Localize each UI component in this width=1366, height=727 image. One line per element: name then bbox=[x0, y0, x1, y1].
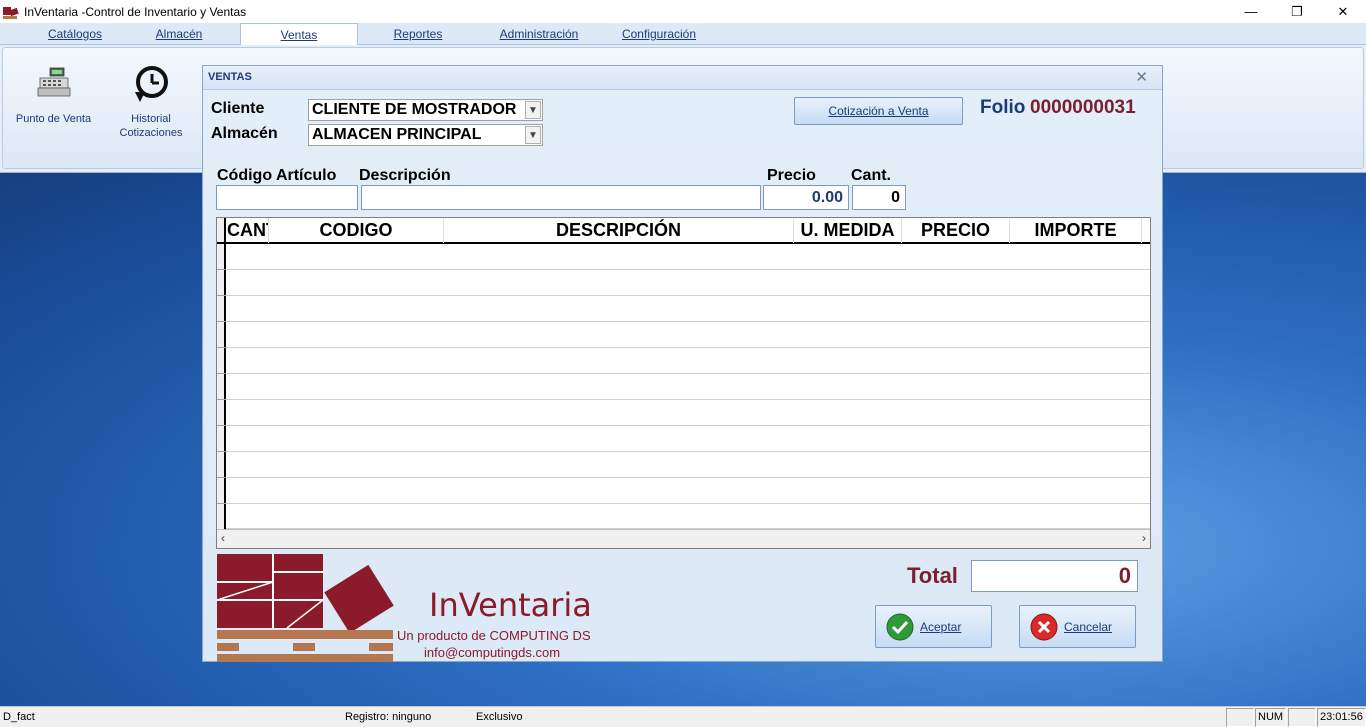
historial-label-2: Cotizaciones bbox=[119, 127, 183, 139]
table-row[interactable] bbox=[226, 504, 1150, 529]
table-row[interactable] bbox=[226, 426, 1150, 452]
app-logo-icon bbox=[3, 5, 19, 19]
aceptar-label: Aceptar bbox=[920, 620, 962, 634]
col-precio[interactable]: PRECIO bbox=[902, 218, 1010, 243]
cliente-value: CLIENTE DE MOSTRADOR bbox=[312, 101, 517, 118]
total-label: Total bbox=[907, 563, 958, 588]
scroll-right-icon[interactable]: › bbox=[1142, 531, 1146, 545]
table-row[interactable] bbox=[226, 322, 1150, 348]
aceptar-button[interactable]: Aceptar bbox=[875, 605, 992, 648]
total-value: 0 bbox=[971, 560, 1138, 592]
almacen-label: Almacén bbox=[211, 125, 278, 142]
logo-name: InVentaria bbox=[429, 586, 592, 624]
col-codigo[interactable]: CODIGO bbox=[269, 218, 444, 243]
title-bar: InVentaria -Control de Inventario y Vent… bbox=[0, 0, 1366, 23]
table-row[interactable] bbox=[226, 478, 1150, 504]
row-selector-column bbox=[217, 218, 226, 530]
cant-label: Cant. bbox=[851, 167, 891, 184]
dialog-title: VENTAS bbox=[208, 71, 252, 83]
status-bar: D_fact Registro: ninguno Exclusivo NUM 2… bbox=[0, 706, 1366, 727]
grid-header: CANT CODIGO DESCRIPCIÓN U. MEDIDA PRECIO… bbox=[217, 218, 1150, 244]
col-u-medida[interactable]: U. MEDIDA bbox=[794, 218, 902, 243]
menu-configuracion[interactable]: Configuración bbox=[600, 23, 718, 45]
precio-label: Precio bbox=[767, 167, 816, 184]
status-time: 23:01:56 bbox=[1317, 708, 1366, 727]
table-row[interactable] bbox=[226, 348, 1150, 374]
col-descripcion[interactable]: DESCRIPCIÓN bbox=[444, 218, 794, 243]
ventas-dialog: VENTAS ✕ Cliente CLIENTE DE MOSTRADOR ▼ … bbox=[202, 65, 1163, 662]
table-row[interactable] bbox=[226, 452, 1150, 478]
logo-email: info@computingds.com bbox=[424, 645, 561, 660]
col-cant[interactable]: CANT bbox=[227, 218, 269, 243]
cantidad-input[interactable]: 0 bbox=[852, 185, 906, 210]
window-title: InVentaria -Control de Inventario y Vent… bbox=[24, 4, 247, 19]
menu-bar: Catálogos Almacén Ventas Reportes Admini… bbox=[0, 23, 1366, 46]
chevron-down-icon[interactable]: ▼ bbox=[525, 126, 541, 144]
historial-cotizaciones-button[interactable]: Historial Cotizaciones bbox=[111, 64, 191, 140]
cliente-label: Cliente bbox=[211, 100, 265, 117]
cancelar-label: Cancelar bbox=[1064, 620, 1113, 634]
check-icon bbox=[886, 613, 914, 641]
cotizacion-a-venta-button[interactable]: Cotización a Venta bbox=[794, 97, 963, 125]
almacen-select[interactable]: ALMACEN PRINCIPAL ▼ bbox=[308, 124, 543, 146]
status-form-name: D_fact bbox=[3, 711, 35, 723]
chevron-down-icon[interactable]: ▼ bbox=[525, 101, 541, 119]
punto-de-venta-button[interactable]: Punto de Venta bbox=[11, 64, 96, 126]
table-row[interactable] bbox=[226, 296, 1150, 322]
menu-administracion[interactable]: Administración bbox=[478, 23, 600, 45]
inventaria-logo: InVentaria Un producto de COMPUTING DS i… bbox=[216, 554, 617, 662]
folio-label: Folio bbox=[980, 97, 1026, 118]
col-importe[interactable]: IMPORTE bbox=[1010, 218, 1142, 243]
logo-subtitle: Un producto de COMPUTING DS bbox=[397, 628, 591, 643]
close-window-button[interactable]: ✕ bbox=[1320, 0, 1366, 23]
cancel-x-icon bbox=[1030, 613, 1058, 641]
cancelar-button[interactable]: Cancelar bbox=[1019, 605, 1136, 648]
descripcion-label: Descripción bbox=[359, 167, 451, 184]
maximize-button[interactable]: ❐ bbox=[1274, 0, 1320, 23]
status-num: NUM bbox=[1255, 708, 1286, 727]
menu-ventas[interactable]: Ventas bbox=[240, 23, 358, 46]
status-modo: Exclusivo bbox=[476, 711, 523, 723]
menu-reportes[interactable]: Reportes bbox=[358, 23, 478, 45]
almacen-value: ALMACEN PRINCIPAL bbox=[312, 126, 482, 143]
codigo-articulo-input[interactable] bbox=[216, 185, 358, 210]
status-caps-box bbox=[1226, 708, 1254, 727]
table-row[interactable] bbox=[226, 244, 1150, 270]
precio-input[interactable]: 0.00 bbox=[763, 185, 849, 210]
status-registro: Registro: ninguno bbox=[345, 711, 432, 723]
cliente-select[interactable]: CLIENTE DE MOSTRADOR ▼ bbox=[308, 99, 543, 121]
scroll-left-icon[interactable]: ‹ bbox=[221, 531, 225, 545]
dialog-title-bar: VENTAS ✕ bbox=[203, 66, 1162, 90]
status-scroll-box bbox=[1288, 708, 1316, 727]
ventas-grid[interactable]: CANT CODIGO DESCRIPCIÓN U. MEDIDA PRECIO… bbox=[216, 217, 1151, 549]
table-row[interactable] bbox=[226, 400, 1150, 426]
punto-de-venta-label: Punto de Venta bbox=[15, 113, 92, 125]
codigo-articulo-label: Código Artículo bbox=[217, 167, 337, 184]
folio-value: 0000000031 bbox=[1030, 97, 1136, 118]
table-row[interactable] bbox=[226, 374, 1150, 400]
horizontal-scrollbar[interactable]: ‹ › bbox=[217, 529, 1150, 548]
clock-history-icon bbox=[131, 64, 171, 104]
descripcion-input[interactable] bbox=[361, 185, 761, 210]
cash-register-icon bbox=[34, 64, 74, 104]
historial-label-1: Historial bbox=[131, 113, 171, 125]
pallet-boxes-icon bbox=[216, 554, 394, 662]
menu-almacen[interactable]: Almacén bbox=[120, 23, 238, 45]
table-row[interactable] bbox=[226, 270, 1150, 296]
dialog-close-button[interactable]: ✕ bbox=[1135, 68, 1148, 86]
minimize-button[interactable]: — bbox=[1228, 0, 1274, 23]
